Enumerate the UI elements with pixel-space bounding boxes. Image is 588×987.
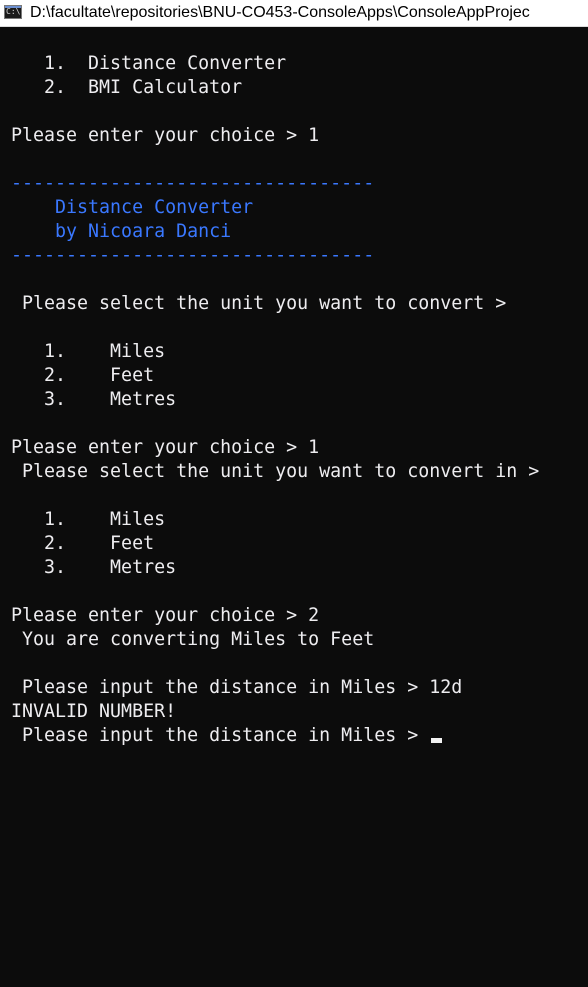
console-line: 2. BMI Calculator	[11, 76, 588, 100]
console-line-text: Distance Converter	[11, 197, 254, 218]
console-line: 1. Distance Converter	[11, 52, 588, 76]
console-line: Please input the distance in Miles > 12d	[11, 676, 588, 700]
console-line-text: 1. Distance Converter	[11, 53, 287, 74]
console-line-text: Please enter your choice > 1	[11, 125, 320, 146]
console-line: Please enter your choice > 1	[11, 124, 588, 148]
console-line-text: 2. BMI Calculator	[11, 77, 243, 98]
console-line: Please input the distance in Miles >	[11, 724, 588, 748]
console-line-text: Please input the distance in Miles > 12d	[11, 677, 463, 698]
console-line: 2. Feet	[11, 532, 588, 556]
console-window: C:\ D:\facultate\repositories\BNU-CO453-…	[0, 0, 588, 987]
console-line-text: by Nicoara Danci	[11, 221, 232, 242]
console-line: ---------------------------------	[11, 172, 588, 196]
console-line: Please select the unit you want to conve…	[11, 460, 588, 484]
console-line-text: Please input the distance in Miles >	[11, 725, 430, 746]
console-line-text: 3. Metres	[11, 389, 177, 410]
console-line: 1. Miles	[11, 340, 588, 364]
text-cursor[interactable]	[431, 738, 443, 743]
window-title: D:\facultate\repositories\BNU-CO453-Cons…	[30, 4, 530, 21]
console-app-icon[interactable]: C:\	[4, 5, 22, 19]
console-line: by Nicoara Danci	[11, 220, 588, 244]
console-line-text: Please enter your choice > 2	[11, 605, 320, 626]
console-line-text: You are converting Miles to Feet	[11, 629, 375, 650]
console-line-text: 1. Miles	[11, 509, 166, 530]
console-line-text: 3. Metres	[11, 557, 177, 578]
console-line: 2. Feet	[11, 364, 588, 388]
console-line-text: Please select the unit you want to conve…	[11, 293, 507, 314]
console-line-text: Please enter your choice > 1	[11, 437, 320, 458]
console-line-text: INVALID NUMBER!	[11, 701, 177, 722]
console-line-text: Please select the unit you want to conve…	[11, 461, 540, 482]
console-output[interactable]: 1. Distance Converter 2. BMI Calculator P…	[11, 52, 588, 748]
console-line: 3. Metres	[11, 556, 588, 580]
console-line: ---------------------------------	[11, 244, 588, 268]
console-line: Please select the unit you want to conve…	[11, 292, 588, 316]
console-line: Please enter your choice > 2	[11, 604, 588, 628]
console-line: Distance Converter	[11, 196, 588, 220]
console-line-text: ---------------------------------	[11, 245, 375, 266]
console-line-text: 1. Miles	[11, 341, 166, 362]
console-line-text: 2. Feet	[11, 365, 155, 386]
console-line: Please enter your choice > 1	[11, 436, 588, 460]
console-line: 3. Metres	[11, 388, 588, 412]
console-line: You are converting Miles to Feet	[11, 628, 588, 652]
title-bar[interactable]: C:\ D:\facultate\repositories\BNU-CO453-…	[0, 0, 588, 27]
console-line: 1. Miles	[11, 508, 588, 532]
console-line-text: ---------------------------------	[11, 173, 375, 194]
console-line: INVALID NUMBER!	[11, 700, 588, 724]
console-line-text: 2. Feet	[11, 533, 155, 554]
